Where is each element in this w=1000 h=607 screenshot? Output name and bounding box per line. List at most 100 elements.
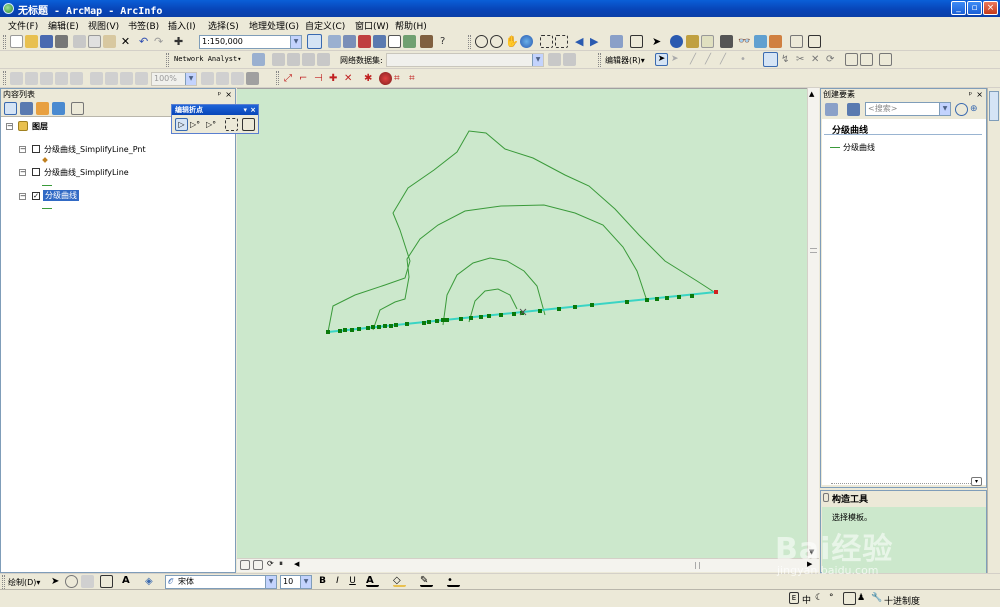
chevron-down-icon[interactable]: ▼	[300, 576, 311, 588]
scroll-down-icon[interactable]: ▼	[809, 548, 814, 556]
generalize-icon[interactable]	[379, 72, 392, 85]
arcmap-app-icon[interactable]	[3, 3, 14, 14]
explode-icon[interactable]: ✱	[364, 72, 377, 85]
add-vertex-icon[interactable]: ▷°	[190, 118, 203, 131]
scroll-thumb[interactable]	[810, 248, 817, 253]
text-tool-icon[interactable]: A	[122, 574, 135, 587]
pin-icon[interactable]: ᵖ	[969, 89, 972, 101]
toolbar-grip[interactable]	[3, 71, 6, 85]
toggle-draft-mode-icon[interactable]	[201, 72, 214, 85]
chevron-down-icon[interactable]: ▼	[939, 103, 950, 115]
fixed-zoom-out-icon[interactable]	[555, 35, 568, 48]
zoom-100-icon[interactable]	[70, 72, 83, 85]
identify-icon[interactable]	[670, 35, 683, 48]
edit-tool-icon[interactable]: ➤	[655, 53, 668, 66]
menu-edit[interactable]: 编辑(E)	[48, 19, 79, 32]
select-elements-icon[interactable]: ➤	[652, 35, 665, 48]
toolbar-grip[interactable]	[166, 53, 169, 67]
layout-view-tab-icon[interactable]	[253, 560, 263, 570]
templates-properties-icon[interactable]	[847, 103, 860, 116]
fixed-zoom-in-layout-icon[interactable]	[90, 72, 103, 85]
chevron-down-icon[interactable]: ▼	[290, 36, 301, 48]
network-analyst-window-icon[interactable]	[252, 53, 265, 66]
map-vertical-scrollbar[interactable]: ▲ ▼	[807, 88, 819, 558]
python-icon[interactable]	[403, 35, 416, 48]
network-dataset-combo[interactable]: ▼	[386, 53, 544, 67]
close-icon[interactable]: ×	[225, 89, 232, 101]
select-move-network-icon[interactable]	[287, 53, 300, 66]
data-driven-pages-icon[interactable]	[246, 72, 259, 85]
arctoolbox-icon[interactable]	[358, 35, 371, 48]
trace-icon[interactable]: ╱	[720, 53, 733, 66]
chevron-down-icon[interactable]: ▼	[265, 576, 276, 588]
sketch-properties-icon[interactable]	[860, 53, 873, 66]
pause-drawing-icon[interactable]: ⏸	[279, 559, 292, 572]
zoom-to-template-icon[interactable]: ⊕	[970, 103, 983, 116]
measure-icon[interactable]	[720, 35, 733, 48]
split-icon[interactable]: ✕	[811, 53, 824, 66]
select-features-icon[interactable]	[610, 35, 623, 48]
edit-annotation-icon[interactable]: ➤	[671, 53, 684, 66]
fixed-zoom-out-layout-icon[interactable]	[105, 72, 118, 85]
user-icon[interactable]: ♟	[857, 592, 870, 605]
line-intersection-icon[interactable]: ✕	[344, 72, 357, 85]
model-builder-icon[interactable]	[420, 35, 433, 48]
font-color-icon[interactable]: A	[366, 574, 379, 587]
toolbar-grip[interactable]	[598, 53, 601, 67]
network-identify-icon[interactable]	[563, 53, 576, 66]
scroll-up-icon[interactable]: ▲	[809, 90, 814, 98]
pan-icon[interactable]: ✋	[505, 35, 519, 48]
cut-icon[interactable]	[73, 35, 86, 48]
template-item[interactable]: 分级曲线	[843, 142, 875, 153]
hyperlink-icon[interactable]	[686, 35, 699, 48]
menu-windows[interactable]: 窗口(W)	[355, 19, 389, 32]
menu-insert[interactable]: 插入(I)	[168, 19, 196, 32]
save-icon[interactable]	[40, 35, 53, 48]
search-icon[interactable]	[955, 103, 968, 116]
back-extent-icon[interactable]: ◀	[575, 35, 588, 48]
pin-icon[interactable]: ᵖ	[218, 89, 221, 101]
zoom-to-selected-icon[interactable]	[81, 575, 94, 588]
template-search-box[interactable]: <搜索> ▼	[865, 102, 951, 116]
toolbar-grip[interactable]	[276, 71, 279, 85]
line-color-icon[interactable]: ✎	[420, 574, 433, 587]
go-to-xy-icon[interactable]	[769, 35, 782, 48]
close-icon[interactable]: ×	[976, 89, 983, 101]
add-data-icon[interactable]: ✚	[174, 35, 187, 48]
restore-button[interactable]: ▫	[967, 1, 982, 15]
layout-zoom-combo[interactable]: 100% ▼	[151, 72, 197, 86]
bold-button[interactable]: B	[316, 575, 329, 588]
directions-icon[interactable]	[317, 53, 330, 66]
catalog-tab[interactable]	[989, 91, 999, 121]
whats-this-icon[interactable]: ?	[440, 35, 453, 48]
layer-name-selected[interactable]: 分级曲线	[43, 190, 79, 201]
trim-icon[interactable]: ✚	[329, 72, 342, 85]
font-family-combo[interactable]: 𝒪 宋体 ▼	[165, 575, 277, 589]
map-canvas[interactable]	[237, 89, 807, 559]
collapse-icon[interactable]: −	[19, 146, 26, 153]
menu-file[interactable]: 文件(F)	[8, 19, 38, 32]
marker-color-icon[interactable]: •	[447, 574, 460, 587]
panel-splitter[interactable]	[831, 483, 971, 485]
change-layout-icon[interactable]	[231, 72, 244, 85]
rotate-element-icon[interactable]	[65, 575, 78, 588]
modify-sketch-vertices-icon[interactable]: ▷	[175, 118, 188, 131]
edit-vertices-draw-icon[interactable]: ◈	[145, 575, 158, 588]
map-display[interactable]	[237, 88, 807, 558]
list-by-drawing-order-icon[interactable]	[4, 102, 17, 115]
italic-button[interactable]: I	[331, 575, 344, 588]
collapse-icon[interactable]: −	[19, 193, 26, 200]
drawing-menu[interactable]: 绘制(D)▾	[8, 577, 40, 588]
create-viewer-icon[interactable]	[808, 35, 821, 48]
close-button[interactable]: ×	[983, 1, 998, 15]
menu-help[interactable]: 帮助(H)	[395, 19, 427, 32]
layer-visibility-checkbox[interactable]	[32, 145, 40, 153]
zoom-out-icon[interactable]	[490, 35, 503, 48]
paste-icon[interactable]	[103, 35, 116, 48]
wrench-icon[interactable]: 🔧	[871, 592, 884, 605]
clear-selection-icon[interactable]	[630, 35, 643, 48]
punctuation-icon[interactable]: °	[829, 592, 842, 605]
fill-color-icon[interactable]: ◇	[393, 574, 406, 587]
toolbar-grip[interactable]	[2, 575, 5, 589]
menu-view[interactable]: 视图(V)	[88, 19, 119, 32]
